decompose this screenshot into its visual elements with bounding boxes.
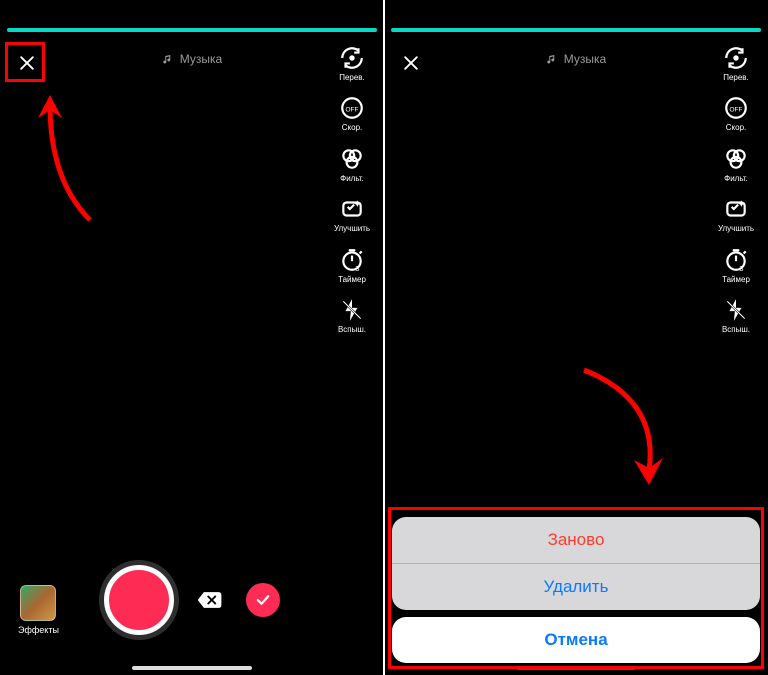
speed-icon: OFF — [339, 95, 365, 121]
tool-speed[interactable]: OFF Скор. — [722, 94, 750, 132]
svg-text:OFF: OFF — [730, 107, 743, 114]
backspace-icon — [196, 589, 224, 611]
bottom-controls: Эффекты — [0, 565, 384, 635]
filter-icon — [339, 146, 365, 172]
tool-timer[interactable]: 3 Таймер — [338, 246, 366, 284]
record-button[interactable] — [104, 565, 174, 635]
filter-icon — [723, 146, 749, 172]
tool-filter-label: Фильт. — [724, 175, 748, 183]
svg-text:OFF: OFF — [346, 107, 359, 114]
record-progress — [391, 28, 761, 32]
top-bar: Музыка — [0, 48, 384, 88]
tool-flash[interactable]: Вспыш. — [338, 296, 366, 334]
tool-flip[interactable]: Перев. — [338, 44, 366, 82]
timer-icon: 3 — [723, 247, 749, 273]
panel-divider — [383, 0, 385, 675]
close-button[interactable] — [396, 48, 426, 78]
tool-timer-label: Таймер — [722, 276, 750, 284]
music-icon — [162, 53, 174, 65]
side-tools: Перев. OFF Скор. Фильт. Улучшить 3 Тайме… — [328, 44, 376, 334]
tool-filter-label: Фильт. — [340, 175, 364, 183]
top-bar: Музыка — [384, 48, 768, 88]
close-icon — [401, 53, 421, 73]
delete-clip-button[interactable] — [194, 587, 226, 613]
confirm-button[interactable] — [246, 583, 280, 617]
home-indicator — [132, 666, 252, 670]
flash-off-icon — [339, 297, 365, 323]
annotation-sheet-highlight — [388, 507, 764, 669]
effects-button[interactable]: Эффекты — [18, 585, 59, 635]
tool-timer[interactable]: 3 Таймер — [722, 246, 750, 284]
annotation-close-highlight — [5, 42, 45, 82]
tool-beautify[interactable]: Улучшить — [334, 195, 370, 233]
tool-speed-label: Скор. — [726, 124, 747, 132]
annotation-arrow-left — [20, 80, 120, 230]
music-label: Музыка — [180, 52, 222, 66]
tool-flip[interactable]: Перев. — [722, 44, 750, 82]
flip-icon — [339, 45, 365, 71]
tool-speed-label: Скор. — [342, 124, 363, 132]
music-button[interactable]: Музыка — [546, 52, 606, 66]
beautify-icon — [723, 196, 749, 222]
tool-beautify[interactable]: Улучшить — [718, 195, 754, 233]
flip-icon — [723, 45, 749, 71]
tool-filter[interactable]: Фильт. — [722, 145, 750, 183]
speed-icon: OFF — [723, 95, 749, 121]
effects-label: Эффекты — [18, 625, 59, 635]
screenshot-right: Музыка Перев. OFF Скор. Фильт. Улучшить … — [384, 0, 768, 675]
tool-beautify-label: Улучшить — [334, 225, 370, 233]
music-button[interactable]: Музыка — [162, 52, 222, 66]
timer-icon: 3 — [339, 247, 365, 273]
tool-speed[interactable]: OFF Скор. — [338, 94, 366, 132]
svg-text:3: 3 — [739, 263, 743, 272]
screenshot-left: Музыка Перев. OFF Скор. Фильт. Улучшить … — [0, 0, 384, 675]
music-label: Музыка — [564, 52, 606, 66]
side-tools: Перев. OFF Скор. Фильт. Улучшить 3 Тайме… — [712, 44, 760, 334]
tool-flip-label: Перев. — [339, 74, 365, 82]
svg-text:3: 3 — [355, 263, 359, 272]
tool-flash-label: Вспыш. — [338, 326, 366, 334]
effects-thumbnail-icon — [20, 585, 56, 621]
check-icon — [254, 591, 272, 609]
tool-beautify-label: Улучшить — [718, 225, 754, 233]
tool-timer-label: Таймер — [338, 276, 366, 284]
beautify-icon — [339, 196, 365, 222]
annotation-arrow-right — [549, 360, 679, 500]
flash-off-icon — [723, 297, 749, 323]
record-progress — [7, 28, 377, 32]
tool-flash[interactable]: Вспыш. — [722, 296, 750, 334]
tool-filter[interactable]: Фильт. — [338, 145, 366, 183]
tool-flash-label: Вспыш. — [722, 326, 750, 334]
music-icon — [546, 53, 558, 65]
tool-flip-label: Перев. — [723, 74, 749, 82]
